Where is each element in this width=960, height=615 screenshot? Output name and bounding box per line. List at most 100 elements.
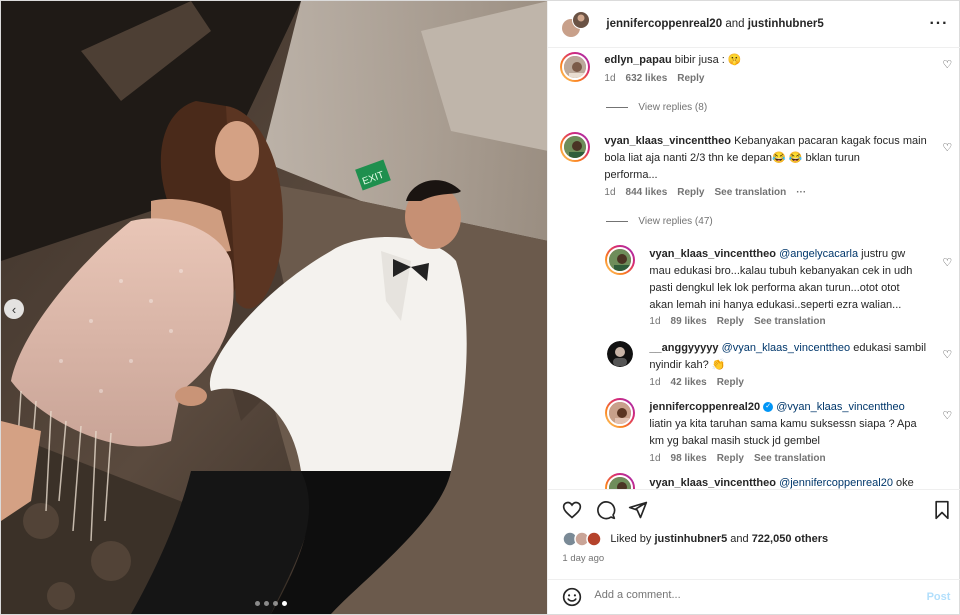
comment-text-line: performa... (604, 169, 658, 181)
view-replies-label: View replies (8) (638, 102, 708, 113)
comments-list: edlyn_papau bibir jusa : 🤫 1d 632 likes … (548, 49, 960, 489)
photo-image: EXIT (1, 1, 548, 614)
heart-icon[interactable]: ♡ (942, 141, 952, 154)
reply-button[interactable]: Reply (677, 187, 704, 198)
reply-button[interactable]: Reply (677, 73, 704, 84)
reply-button[interactable]: Reply (717, 316, 744, 327)
view-replies-label: View replies (47) (638, 216, 713, 227)
comment-username[interactable]: vyan_klaas_vincenttheo (649, 248, 776, 260)
more-horizontal-icon[interactable]: ··· (929, 15, 948, 33)
heart-icon[interactable]: ♡ (942, 348, 952, 361)
avatar[interactable] (607, 475, 634, 489)
comment-icon[interactable] (596, 500, 616, 520)
avatar[interactable] (607, 400, 634, 426)
comment-input[interactable] (594, 589, 895, 601)
comment-likes[interactable]: 42 likes (671, 377, 707, 388)
mention-link[interactable]: @jennifercoppenreal20 (779, 477, 893, 489)
avatar[interactable] (562, 54, 589, 80)
post-modal: EXIT ‹ jennifercoppenreal20 and justinhu… (0, 0, 960, 615)
reply: jennifercoppenreal20 ✓ @vyan_klaas_vince… (548, 398, 960, 470)
reply: vyan_klaas_vincenttheo @angelycacarla ju… (548, 245, 960, 335)
reply-button[interactable]: Reply (717, 377, 744, 388)
post-side-panel: jennifercoppenreal20 and justinhubner5 ·… (547, 1, 960, 614)
liked-by-others-link[interactable]: 722,050 others (752, 533, 828, 545)
comment-username[interactable]: vyan_klaas_vincenttheo (604, 135, 731, 147)
avatar[interactable] (607, 247, 634, 273)
comment-time[interactable]: 1d (649, 453, 660, 464)
comment-options-icon[interactable]: ··· (796, 187, 806, 198)
comment-username[interactable]: edlyn_papau (604, 54, 671, 66)
comment-text-line: bola liat aja nanti 2/3 thn ke depan😂 😂 … (604, 152, 860, 164)
action-bar (548, 489, 960, 529)
liked-by-avatars[interactable] (562, 531, 604, 547)
view-replies-button[interactable]: View replies (47) (606, 216, 713, 227)
liked-by-prefix: Liked by (610, 533, 652, 545)
avatar (562, 11, 591, 37)
comment-text-line: Kebanyakan pacaran kagak focus main (734, 135, 927, 147)
mention-link[interactable]: @vyan_klaas_vincenttheo (722, 342, 851, 354)
reply: vyan_klaas_vincenttheo @jennifercoppenre… (548, 473, 960, 489)
divider-line (606, 107, 629, 108)
comment-username[interactable]: __anggyyyyy (649, 342, 718, 354)
verified-badge-icon: ✓ (763, 402, 774, 413)
comment-likes[interactable]: 632 likes (626, 73, 668, 84)
heart-icon[interactable]: ♡ (942, 409, 952, 422)
post-header: jennifercoppenreal20 and justinhubner5 ·… (548, 1, 960, 48)
avatar[interactable] (607, 341, 634, 367)
comment-likes[interactable]: 89 likes (671, 316, 707, 327)
emoji-icon[interactable] (562, 587, 582, 607)
bookmark-icon[interactable] (932, 500, 952, 520)
liked-by-user-link[interactable]: justinhubner5 (654, 533, 727, 545)
chevron-left-icon: ‹ (11, 301, 17, 317)
share-icon[interactable] (628, 500, 648, 520)
heart-icon[interactable] (562, 500, 582, 520)
mention-link[interactable]: @angelycacarla (779, 248, 858, 260)
comment-text-line: nyindir kah? 👏 (649, 359, 726, 371)
carousel-dot (264, 601, 269, 606)
coauthor-link[interactable]: justinhubner5 (748, 18, 824, 30)
comment-text-line: mau edukasi bro...kalau tubuh kebanyakan… (649, 265, 913, 277)
carousel-dots (255, 601, 287, 606)
comment-time[interactable]: 1d (649, 377, 660, 388)
mention-link[interactable]: @vyan_klaas_vincenttheo (776, 401, 905, 413)
comment-likes[interactable]: 98 likes (671, 453, 707, 464)
heart-icon[interactable]: ♡ (942, 58, 952, 71)
carousel-dot (255, 601, 260, 606)
comment-time[interactable]: 1d (604, 187, 615, 198)
post-time-ago[interactable]: 1 day ago (562, 553, 604, 564)
see-translation-button[interactable]: See translation (754, 453, 826, 464)
post-photo: EXIT ‹ (1, 1, 548, 614)
comment-likes[interactable]: 844 likes (626, 187, 668, 198)
see-translation-button[interactable]: See translation (715, 187, 787, 198)
comment-username[interactable]: vyan_klaas_vincenttheo (649, 477, 776, 489)
comment-time[interactable]: 1d (649, 316, 660, 327)
likes-summary: Liked by justinhubner5 and 722,050 other… (562, 531, 828, 547)
comment: vyan_klaas_vincenttheo Kebanyakan pacara… (548, 132, 960, 232)
coauthor-avatars[interactable] (562, 10, 591, 38)
heart-icon[interactable]: ♡ (942, 256, 952, 269)
carousel-dot (273, 601, 278, 606)
post-button[interactable]: Post (927, 591, 951, 603)
carousel-prev-button[interactable]: ‹ (4, 299, 24, 319)
carousel-dot-active (282, 601, 287, 606)
comment-username[interactable]: jennifercoppenreal20 (649, 401, 760, 413)
authors-and: and (725, 18, 745, 30)
see-translation-button[interactable]: See translation (754, 316, 826, 327)
reply: __anggyyyyy @vyan_klaas_vincenttheo eduk… (548, 339, 960, 395)
avatar[interactable] (562, 134, 589, 160)
view-replies-button[interactable]: View replies (8) (606, 102, 707, 113)
divider-line (606, 221, 629, 222)
comment-text: bibir jusa : 🤫 (674, 54, 742, 66)
post-authors: jennifercoppenreal20 and justinhubner5 (606, 18, 823, 30)
comment-text-line: edukasi sambil (853, 342, 927, 354)
comment-text-line: liatin ya kita taruhan sama kamu suksess… (649, 418, 917, 430)
add-comment-bar: Post (548, 579, 960, 614)
comment-text-line: km yg bakal masih stuck jd gembel (649, 435, 820, 447)
comment-text-line: pasti dengkul lek lok performa akan turu… (649, 282, 900, 294)
liked-by-and: and (730, 533, 749, 545)
comment-text-line: justru gw (861, 248, 906, 260)
comment-time[interactable]: 1d (604, 73, 615, 84)
comment-text-line: oke (896, 477, 914, 489)
reply-button[interactable]: Reply (717, 453, 744, 464)
author-link[interactable]: jennifercoppenreal20 (606, 18, 722, 30)
